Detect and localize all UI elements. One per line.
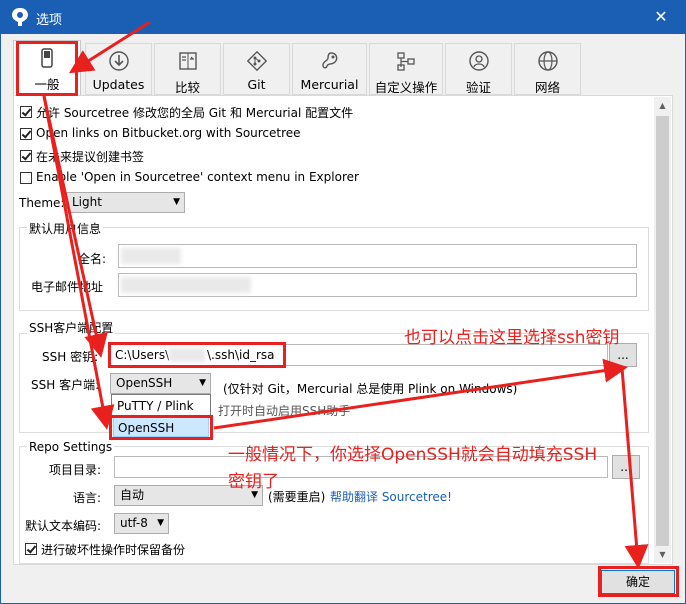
user-icon [468,51,489,71]
highlight-ssh-key [108,342,286,368]
scroll-thumb[interactable] [656,116,669,546]
ssh-key-label: SSH 密钥: [42,350,99,364]
theme-select[interactable]: Light ▼ [66,192,185,213]
ssh-client-label: SSH 客户端: [31,378,100,392]
mercurial-icon [321,52,337,69]
ssh-agent-label: 打开时自动启用SSH助手 [218,404,351,418]
tab-updates[interactable]: Updates [85,43,152,95]
sourcetree-logo-icon [12,8,28,26]
language-label: 语言: [73,491,102,505]
tab-custom-actions[interactable]: 自定义操作 [369,43,443,95]
highlight-general-tab [16,41,78,96]
tab-git[interactable]: Git [223,43,290,95]
compare-icon [178,52,197,70]
language-value: 自动 [120,488,145,502]
context-menu-checkbox[interactable] [20,172,32,184]
tab-compare[interactable]: 比较 [154,43,221,95]
allow-modify-config-label: 允许 Sourcetree 修改您的全局 Git 和 Mercurial 配置文… [36,106,354,120]
keep-backup-label: 进行破坏性操作时保留备份 [41,543,186,557]
allow-modify-config-checkbox[interactable] [20,106,32,118]
theme-value: Light [72,195,102,209]
highlight-openssh-option [109,415,213,440]
tab-label: 验证 [465,80,491,95]
close-icon[interactable]: ✕ [652,8,670,26]
git-icon [246,50,267,72]
tab-label: Updates [92,77,145,92]
chevron-down-icon: ▼ [157,518,164,528]
chevron-down-icon: ▼ [199,378,206,388]
tab-label: 网络 [534,80,560,95]
repo-settings-title: Repo Settings [27,440,115,454]
redacted-email [121,277,251,293]
tab-label: 自定义操作 [374,80,438,95]
fullname-input[interactable] [118,244,637,268]
chevron-down-icon: ▼ [173,197,180,207]
custom-actions-icon [397,52,415,71]
globe-icon [537,51,558,71]
open-bitbucket-links-checkbox[interactable] [20,128,32,140]
fullname-label: 全名: [78,252,107,266]
context-menu-label: Enable 'Open in Sourcetree' context menu… [36,170,359,184]
email-input[interactable] [118,273,637,297]
suggest-bookmarks-label: 在未来提议创建书签 [36,150,145,164]
dropdown-option-putty[interactable]: PuTTY / Plink [113,396,209,416]
ssh-group-title: SSH客户端配置 [27,319,116,336]
ssh-client-select[interactable]: OpenSSH ▼ [110,373,211,394]
project-dir-browse-button[interactable]: ... [612,455,640,479]
email-label: 电子邮件地址 [31,280,104,294]
title-bar: 选项 ✕ [0,0,686,34]
help-translate-link[interactable]: 帮助翻译 Sourcetree! [330,488,452,505]
ssh-client-note: (仅针对 Git，Mercurial 总是使用 Plink on Windows… [223,382,518,396]
tab-network[interactable]: 网络 [514,43,581,95]
keep-backup-checkbox[interactable] [25,543,37,555]
tab-mercurial[interactable]: Mercurial [292,43,367,95]
theme-label: Theme: [19,196,65,210]
user-info-group [19,227,649,311]
window-title: 选项 [36,13,63,28]
tab-authentication[interactable]: 验证 [445,43,512,95]
annotation-browse-note: 也可以点击这里选择ssh密钥 [404,328,620,348]
redacted-name [121,248,181,264]
highlight-ok-button [598,566,679,597]
annotation-openssh-note-2: 密钥了 [228,472,279,492]
encoding-label: 默认文本编码: [25,519,102,533]
ssh-client-value: OpenSSH [116,376,173,390]
project-dir-label: 项目目录: [49,463,102,477]
tab-label: Git [247,77,266,92]
tab-label: Mercurial [300,77,359,92]
open-bitbucket-links-label: Open links on Bitbucket.org with Sourcet… [36,126,301,140]
annotation-openssh-note-1: 一般情况下，你选择OpenSSH就会自动填充SSH [228,445,598,465]
scroll-up-icon[interactable]: ▲ [654,97,671,114]
suggest-bookmarks-checkbox[interactable] [20,150,32,162]
download-icon [108,51,129,71]
scroll-down-icon[interactable]: ▼ [654,546,671,563]
encoding-value: utf-8 [120,516,148,530]
encoding-select[interactable]: utf-8 ▼ [114,513,169,534]
user-info-title: 默认用户信息 [27,220,104,237]
tab-label: 比较 [174,80,200,95]
